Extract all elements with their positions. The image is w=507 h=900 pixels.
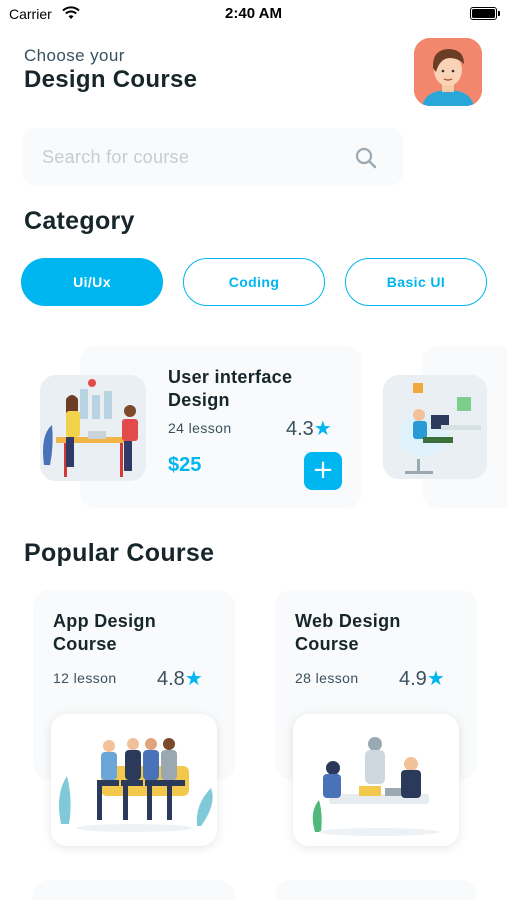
clock: 2:40 AM [225,5,282,22]
avatar[interactable] [414,38,482,106]
battery-icon [470,7,500,20]
desk-worker-illustration [383,375,487,479]
meeting-illustration [40,375,146,481]
course-thumbnail-next [383,375,487,479]
star-icon: ★ [184,666,203,690]
course-thumbnail [293,714,459,846]
page-title: Design Course [24,66,198,93]
course-title: App Design Course [53,611,157,654]
status-bar: Carrier 2:40 AM [0,0,507,28]
category-chip-basic-ui[interactable]: Basic UI [345,258,487,306]
search-bar[interactable] [22,128,403,186]
course-title: User interface Design [168,367,293,410]
search-icon[interactable] [354,146,378,170]
course-lesson-count: 28 lesson [295,670,359,686]
greeting-text: Choose your [24,46,125,65]
category-heading: Category [24,207,135,235]
course-lesson-count: 12 lesson [53,670,117,686]
course-title: Web Design Course [295,611,401,654]
rating-value: 4.3 [286,418,314,440]
course-price: $25 [168,454,202,476]
course-rating: 4.9★ [399,666,445,691]
team-meeting-illustration [293,714,459,846]
add-course-button[interactable]: + [304,452,342,490]
course-rating: 4.3★ [286,416,332,441]
user-avatar-illustration [414,38,482,106]
course-thumbnail [40,375,146,481]
category-chip-coding[interactable]: Coding [183,258,325,306]
course-thumbnail [51,714,217,846]
popular-course-card-next[interactable] [33,880,235,900]
star-icon: ★ [426,666,445,690]
search-input[interactable] [42,145,342,169]
category-chip-uiux[interactable]: Ui/Ux [21,258,163,306]
star-icon: ★ [313,416,332,440]
popular-course-card-next[interactable] [275,880,477,900]
rating-value: 4.9 [399,668,427,690]
popular-heading: Popular Course [24,539,215,567]
rating-value: 4.8 [157,668,185,690]
team-sitting-illustration [51,714,217,846]
course-lesson-count: 24 lesson [168,420,232,436]
course-rating: 4.8★ [157,666,203,691]
